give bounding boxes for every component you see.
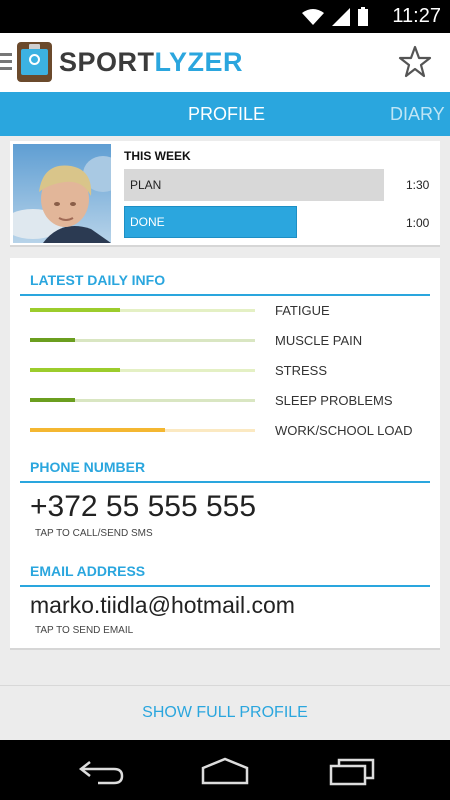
metric-fill xyxy=(30,368,120,372)
email-hint: TAP TO SEND EMAIL xyxy=(35,625,134,636)
star-icon[interactable] xyxy=(398,45,432,79)
metric-label: MUSCLE PAIN xyxy=(275,333,363,348)
status-time: 11:27 xyxy=(392,5,441,27)
done-bar: DONE xyxy=(124,206,384,238)
metric-stress: STRESS xyxy=(30,360,430,380)
footer-divider xyxy=(0,685,450,686)
plan-bar: PLAN xyxy=(124,169,384,201)
navigation-bar xyxy=(0,740,450,800)
plan-bar-fill xyxy=(124,169,384,201)
phone-number[interactable]: +372 55 555 555 xyxy=(30,490,256,524)
signal-icon xyxy=(332,7,350,26)
week-summary-card: THIS WEEK PLAN 1:30 DONE 1:00 xyxy=(10,141,440,247)
back-icon[interactable] xyxy=(76,756,126,786)
metric-fill xyxy=(30,308,120,312)
wifi-icon xyxy=(302,8,324,25)
metric-work-school-load: WORK/SCHOOL LOAD xyxy=(30,420,430,440)
tab-profile[interactable]: PROFILE xyxy=(188,104,265,125)
metric-fatigue: FATIGUE xyxy=(30,300,430,320)
recent-apps-icon[interactable] xyxy=(327,756,377,786)
menu-icon[interactable] xyxy=(0,53,12,71)
metric-fill xyxy=(30,338,75,342)
metric-label: FATIGUE xyxy=(275,303,330,318)
app-title: SPORTLYZER xyxy=(59,47,243,78)
metric-fill xyxy=(30,428,165,432)
phone-title: PHONE NUMBER xyxy=(30,459,146,475)
profile-info-card: LATEST DAILY INFO FATIGUE MUSCLE PAIN ST… xyxy=(10,258,440,650)
metric-label: WORK/SCHOOL LOAD xyxy=(275,423,413,438)
tab-bar: PROFILE DIARY xyxy=(0,92,450,136)
phone-hint: TAP TO CALL/SEND SMS xyxy=(35,528,153,539)
email-address[interactable]: marko.tiidla@hotmail.com xyxy=(30,592,295,619)
metric-label: STRESS xyxy=(275,363,328,378)
email-title: EMAIL ADDRESS xyxy=(30,563,146,579)
plan-label: PLAN xyxy=(130,178,162,192)
app-title-part1: SPORT xyxy=(59,47,155,77)
tab-diary[interactable]: DIARY xyxy=(390,104,445,125)
daily-info-divider xyxy=(20,294,430,296)
action-bar: SPORTLYZER xyxy=(0,33,450,92)
metric-muscle-pain: MUSCLE PAIN xyxy=(30,330,430,350)
stopwatch-clipboard-logo-icon[interactable] xyxy=(17,42,52,82)
week-title: THIS WEEK xyxy=(124,149,191,163)
done-label: DONE xyxy=(130,215,165,229)
metric-label: SLEEP PROBLEMS xyxy=(275,393,393,408)
avatar[interactable] xyxy=(13,144,111,243)
plan-time: 1:30 xyxy=(406,178,430,192)
battery-icon xyxy=(358,7,368,26)
metric-sleep-problems: SLEEP PROBLEMS xyxy=(30,390,430,410)
email-divider xyxy=(20,585,430,587)
done-time: 1:00 xyxy=(406,216,430,230)
daily-info-title: LATEST DAILY INFO xyxy=(30,272,166,288)
show-full-profile-button[interactable]: SHOW FULL PROFILE xyxy=(0,704,450,722)
home-icon[interactable] xyxy=(200,756,250,786)
phone-divider xyxy=(20,481,430,483)
status-bar: 11:27 xyxy=(0,0,450,33)
metric-fill xyxy=(30,398,75,402)
app-title-part2: LYZER xyxy=(154,47,244,77)
